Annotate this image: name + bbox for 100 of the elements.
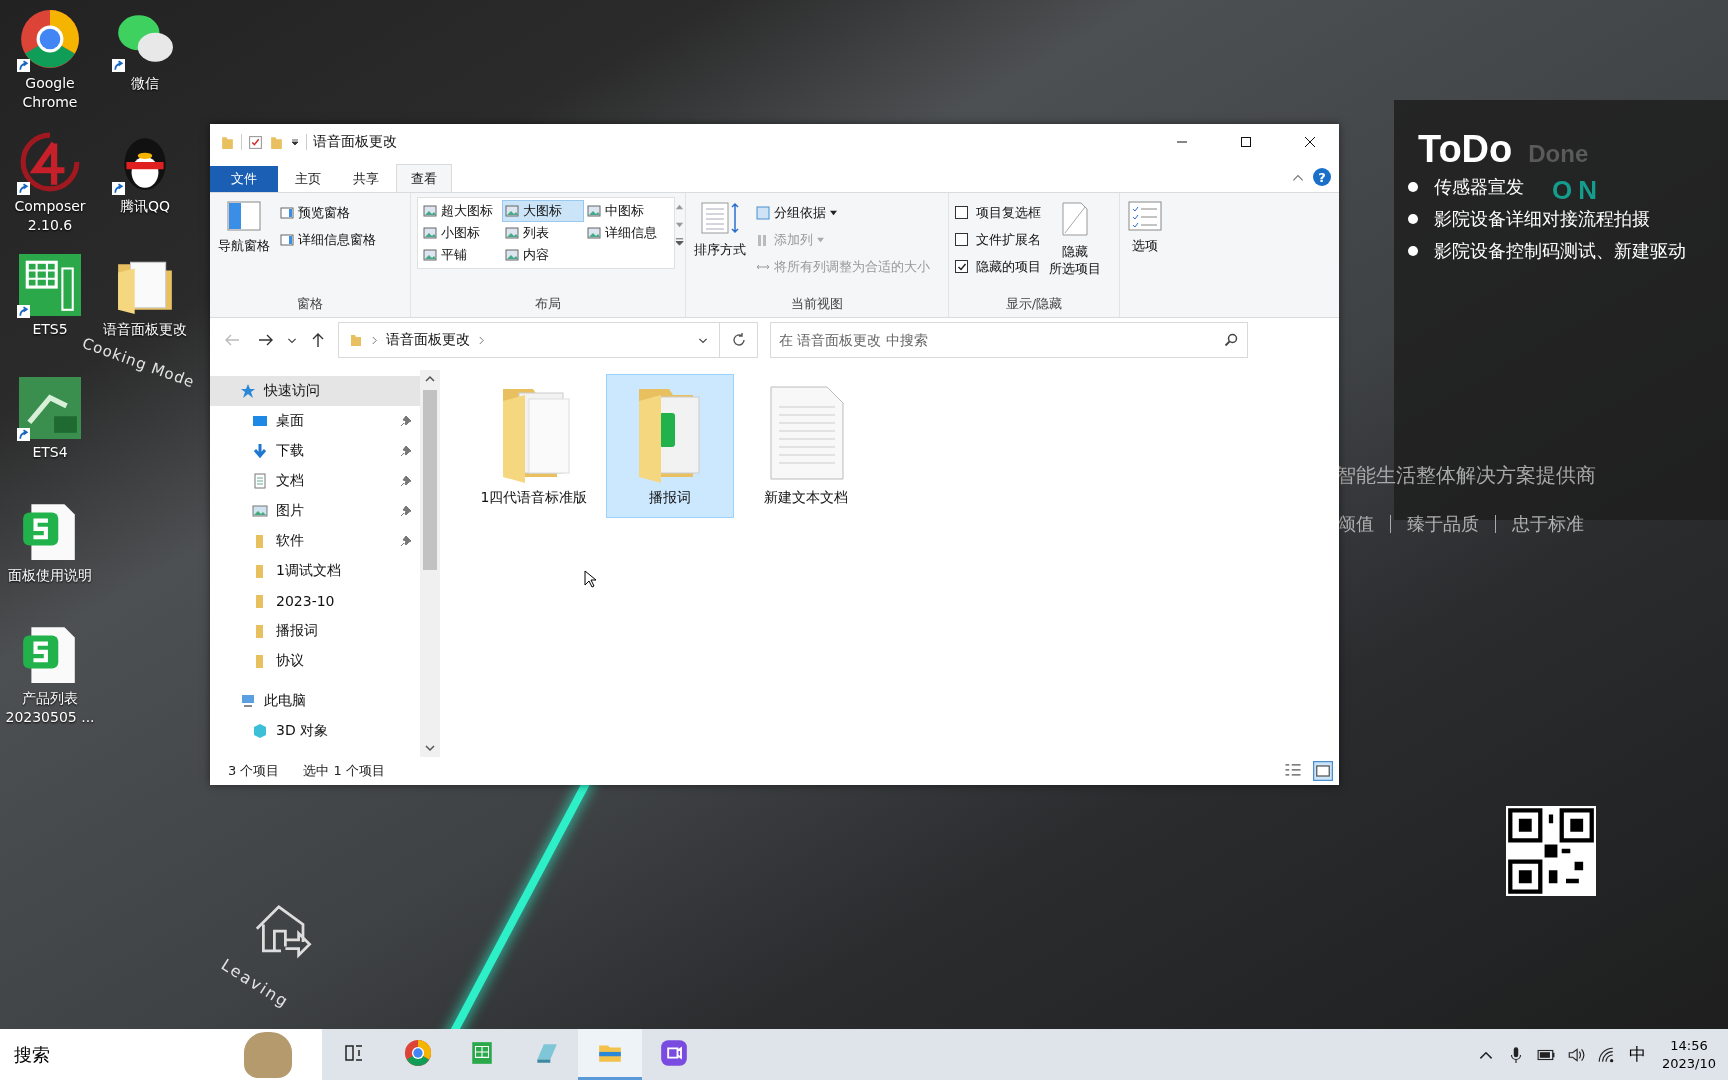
options-button[interactable]: 选项 [1126, 197, 1164, 259]
number-four-icon[interactable] [19, 131, 81, 193]
checklist-icon[interactable] [1128, 201, 1162, 231]
search-field[interactable]: 在 语音面板更改 中搜索 [770, 322, 1248, 358]
desktop-icon-label[interactable]: 腾讯QQ [119, 197, 170, 216]
layout-option[interactable]: 列表 [502, 222, 584, 244]
dropdown-icon[interactable] [290, 137, 300, 147]
pane-layout-icon[interactable] [280, 205, 294, 220]
file-item[interactable]: 新建文本文档 [742, 374, 870, 518]
details-pane-button[interactable]: 详细信息窗格 [278, 228, 378, 251]
star-icon[interactable] [240, 383, 256, 399]
hide-selected-button[interactable]: 隐藏 所选项目 [1047, 197, 1103, 281]
pin-icon[interactable] [400, 445, 412, 457]
navigation-pane-button[interactable]: 导航窗格 [216, 197, 272, 259]
layout-option[interactable]: 大图标 [502, 200, 584, 222]
sort-button[interactable]: 排序方式 [692, 197, 748, 263]
desktop-icon-label[interactable]: 微信 [131, 74, 159, 93]
search-icon[interactable] [1224, 333, 1238, 347]
layout-option[interactable]: 小图标 [420, 222, 502, 244]
view-layout-icon[interactable] [587, 226, 601, 240]
scrollbar[interactable] [420, 370, 440, 757]
view-layout-icon[interactable] [423, 248, 437, 262]
maximize-icon[interactable] [1240, 136, 1252, 148]
view-layout-icon[interactable] [505, 248, 519, 262]
pane-layout-icon[interactable] [280, 232, 294, 247]
pin-icon[interactable] [400, 535, 412, 547]
expand-icon[interactable] [675, 237, 684, 246]
file-item[interactable]: 播报词 [606, 374, 734, 518]
nav-item[interactable]: 文档 [210, 466, 420, 496]
refresh-button[interactable] [720, 322, 758, 358]
pane-layout-icon[interactable] [227, 201, 261, 231]
ribbon-tab[interactable]: 主页 [280, 164, 336, 192]
building-icon[interactable] [19, 254, 81, 316]
desktop-icon-label[interactable]: 产品列表 20230505 ... [5, 689, 95, 727]
checkbox-label[interactable]: 文件扩展名 [976, 230, 1041, 249]
help-icon[interactable]: ? [1313, 168, 1331, 186]
desktop-icon-label[interactable]: Composer 2.10.6 [14, 197, 86, 235]
caret-icon[interactable] [830, 209, 837, 216]
large-icons-view-icon[interactable] [1313, 761, 1333, 781]
clock-date[interactable]: 2023/10 [1662, 1054, 1716, 1073]
checkbox[interactable] [955, 260, 968, 273]
nav-item[interactable]: 桌面 [210, 406, 420, 436]
desktop-icon-label[interactable]: ETS4 [32, 443, 68, 462]
view-layout-icon[interactable] [423, 204, 437, 218]
hidden-file-icon[interactable] [1061, 201, 1089, 237]
up-arrow-icon[interactable] [310, 332, 326, 348]
taskbar-app[interactable] [578, 1029, 642, 1080]
file-item[interactable]: 1四代语音标准版 [470, 374, 598, 518]
close-icon[interactable] [1304, 136, 1316, 148]
view-layout-icon[interactable] [423, 226, 437, 240]
layout-option[interactable]: 平铺 [420, 244, 502, 266]
preview-pane-button[interactable]: 预览窗格 [278, 201, 378, 224]
view-layout-icon[interactable] [505, 204, 519, 218]
picture-icon[interactable] [252, 503, 268, 519]
sort-icon[interactable] [700, 201, 740, 235]
scroll-up-icon[interactable] [425, 374, 435, 384]
clock-time[interactable]: 14:56 [1670, 1036, 1708, 1055]
nav-item[interactable]: 软件 [210, 526, 420, 556]
checkbox-label[interactable]: 隐藏的项目 [976, 257, 1041, 276]
ribbon-tab[interactable]: 查看 [396, 164, 452, 192]
input-method-indicator[interactable]: 中 [1629, 1043, 1646, 1066]
download-icon[interactable] [252, 443, 268, 459]
pin-icon[interactable] [400, 505, 412, 517]
chrome-icon[interactable] [19, 8, 81, 70]
checkbox[interactable] [955, 233, 968, 246]
file-tab[interactable]: 文件 [210, 166, 278, 192]
computer-icon[interactable] [240, 693, 256, 709]
checkmark-icon[interactable] [248, 134, 263, 150]
nav-item[interactable]: 3D 对象 [210, 716, 420, 746]
checkbox[interactable] [955, 206, 968, 219]
video-camera-icon[interactable] [660, 1039, 688, 1067]
pin-icon[interactable] [400, 415, 412, 427]
wifi-icon[interactable] [1597, 1045, 1615, 1064]
nav-item[interactable]: 2023-10 [210, 586, 420, 616]
scroll-down-icon[interactable] [425, 743, 435, 753]
ribbon-tab[interactable]: 共享 [338, 164, 394, 192]
group-icon[interactable] [756, 205, 770, 220]
cube-icon[interactable] [252, 723, 268, 739]
nav-item[interactable]: 快速访问 [210, 376, 420, 406]
search-field[interactable]: 搜索 [0, 1029, 322, 1080]
back-arrow-icon[interactable] [224, 332, 240, 348]
nav-item[interactable]: 图片 [210, 496, 420, 526]
view-layout-icon[interactable] [505, 226, 519, 240]
nav-item[interactable]: 协议 [210, 646, 420, 676]
checkbox-label[interactable]: 项目复选框 [976, 203, 1041, 222]
layout-option[interactable]: 中图标 [584, 200, 672, 222]
layout-option[interactable]: 详细信息 [584, 222, 672, 244]
desktop-icon-label[interactable]: Google Chrome [22, 74, 78, 112]
nav-item[interactable]: 下载 [210, 436, 420, 466]
view-layout-icon[interactable] [587, 204, 601, 218]
address-bar[interactable]: 语音面板更改 [338, 322, 720, 358]
group-by-button[interactable]: 分组依据 [754, 201, 932, 224]
forward-arrow-icon[interactable] [258, 332, 274, 348]
desktop-icon-label[interactable]: 面板使用说明 [8, 566, 92, 585]
desktop-icon-label[interactable]: ETS5 [32, 320, 68, 339]
runner-icon[interactable] [19, 377, 81, 439]
nav-item[interactable]: 播报词 [210, 616, 420, 646]
desktop-icon-label[interactable]: 语音面板更改 [103, 320, 187, 339]
monitor-icon[interactable] [252, 413, 268, 429]
layout-option[interactable]: 内容 [502, 244, 584, 266]
